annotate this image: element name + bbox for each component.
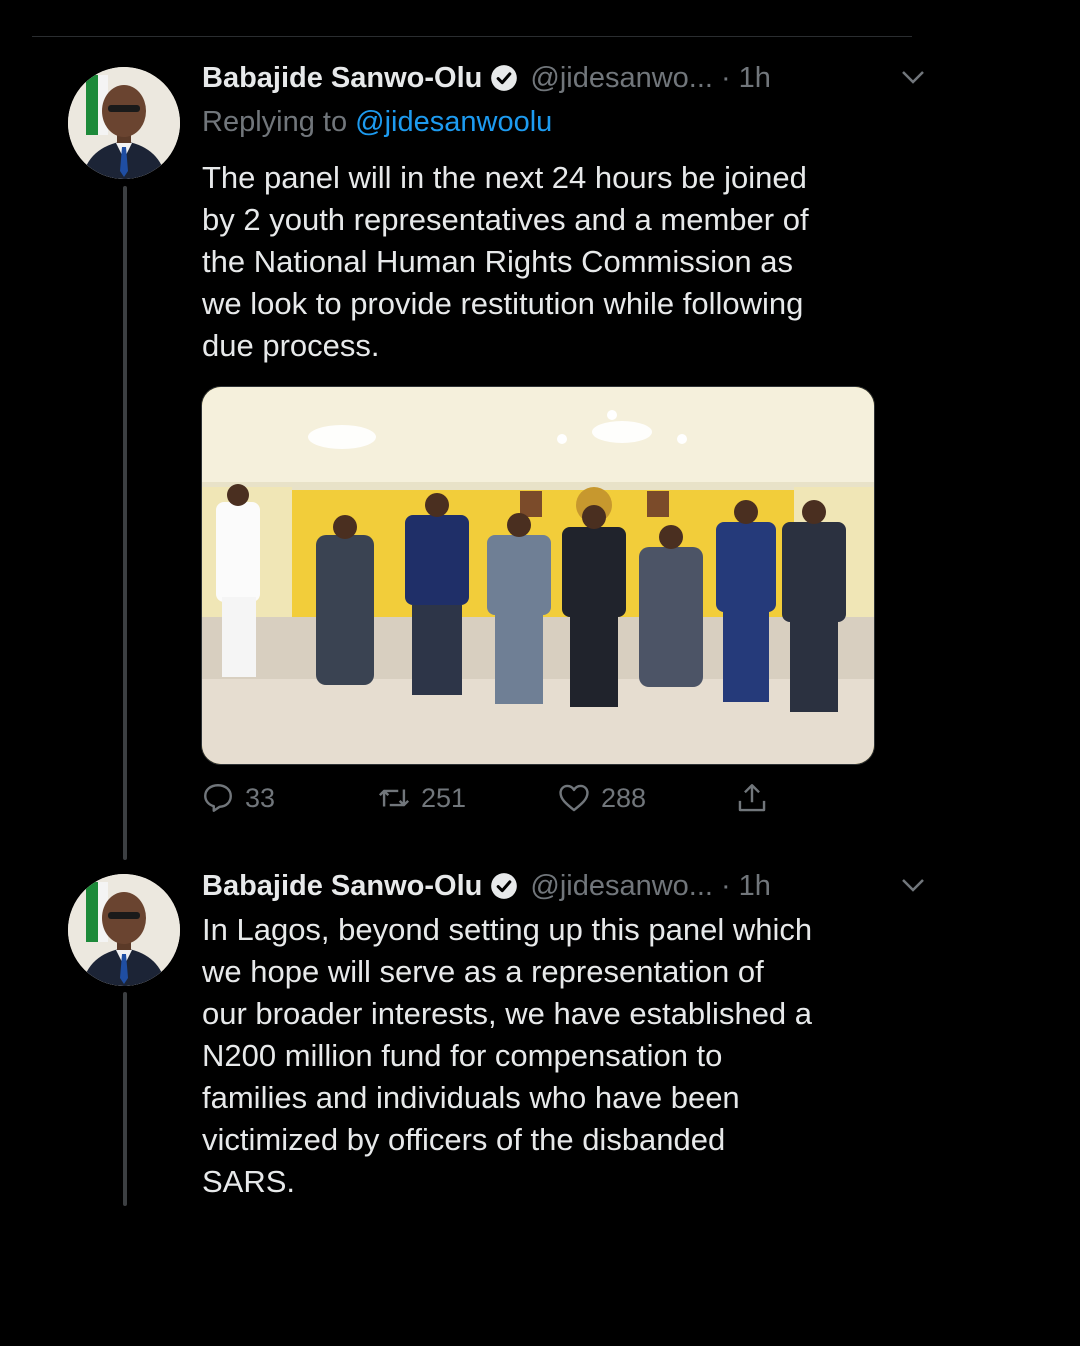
like-button[interactable]: 288 [557,781,646,815]
verified-badge-icon [491,873,518,899]
tweet-text: The panel will in the next 24 hours be j… [202,160,809,363]
retweet-button[interactable]: 251 [377,781,466,815]
avatar[interactable] [68,874,180,986]
avatar-photo [68,874,180,986]
author-handle[interactable]: @jidesanwo... [530,870,713,903]
reply-count: 33 [245,782,276,813]
heart-icon [559,784,589,812]
avatar[interactable] [68,67,180,179]
reply-button[interactable]: 33 [201,781,275,815]
replying-to: Replying to @jidesanwoolu [202,106,552,139]
tweet-header: Babajide Sanwo-Olu @jidesanwo... · 1h [202,866,924,906]
timestamp[interactable]: 1h [739,62,771,95]
like-count: 288 [601,782,647,813]
tweet-photo[interactable] [201,386,875,765]
separator-dot: · [720,869,731,902]
retweet-count: 251 [421,782,467,813]
avatar-photo [68,67,180,179]
author-name[interactable]: Babajide Sanwo-Olu [202,870,482,903]
share-button[interactable] [735,781,779,815]
verified-badge-icon [491,65,518,91]
tweet-header: Babajide Sanwo-Olu @jidesanwo... · 1h [202,58,924,98]
author-handle[interactable]: @jidesanwo... [530,62,713,95]
replying-to-handle[interactable]: @jidesanwoolu [355,106,552,138]
timestamp[interactable]: 1h [739,870,771,903]
separator-dot: · [720,61,731,94]
retweet-icon [378,789,410,807]
tweet[interactable]: Babajide Sanwo-Olu @jidesanwo... · 1h In… [0,860,1080,1210]
reply-icon [204,784,232,812]
share-icon [738,784,766,812]
replying-to-label: Replying to [202,106,356,138]
tweet[interactable]: Babajide Sanwo-Olu @jidesanwo... · 1h Re… [0,0,1080,860]
author-name[interactable]: Babajide Sanwo-Olu [202,62,482,95]
chevron-down-icon[interactable] [898,870,928,900]
chevron-down-icon[interactable] [898,62,928,92]
tweet-text: In Lagos, beyond setting up this panel w… [202,912,813,1199]
group-photo [202,387,874,764]
tweet-actions: 33 251 288 [201,781,801,821]
